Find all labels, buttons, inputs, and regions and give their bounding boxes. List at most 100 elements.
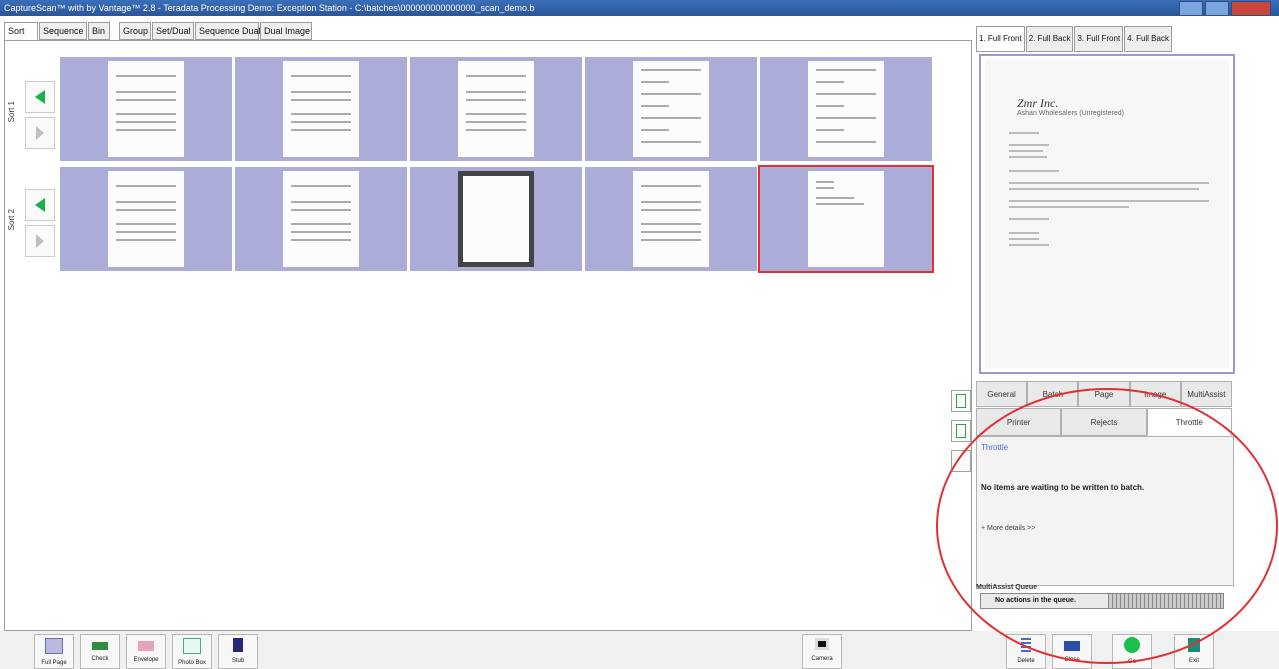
- document-thumbnail: [108, 171, 184, 267]
- panel-subtabs: Printer Rejects Throttle: [976, 408, 1232, 436]
- multiassist-queue-title: MultiAssist Queue: [976, 584, 1038, 591]
- tab-full-front-3[interactable]: 3. Full Front: [1074, 26, 1124, 52]
- thumbnail-item[interactable]: [760, 57, 932, 161]
- envelope-label: Envelope: [133, 657, 159, 663]
- document-thumbnail: [633, 171, 709, 267]
- thumbnail-item[interactable]: [585, 57, 757, 161]
- maximize-button[interactable]: [1205, 1, 1229, 16]
- tab-full-front-1[interactable]: 1. Full Front: [976, 26, 1025, 52]
- document-thumbnail: [283, 171, 359, 267]
- minimize-button[interactable]: [1179, 1, 1203, 16]
- preview-page: Zmr Inc. Ashan Wholesalers (Unregistered…: [985, 60, 1229, 368]
- view-tabs: Sort Sequence Bin Group Set/Dual Sequenc…: [4, 22, 313, 40]
- page-prev-icon[interactable]: [951, 420, 971, 442]
- go-label: Go: [1127, 659, 1136, 665]
- full-page-icon: [45, 638, 63, 654]
- exit-icon: [1188, 638, 1200, 652]
- memo-thumbnail: [808, 171, 884, 267]
- tab-throttle[interactable]: Throttle: [1146, 408, 1232, 436]
- tab-group[interactable]: Group: [119, 22, 151, 40]
- tab-dual-image[interactable]: Dual Image: [260, 22, 312, 40]
- tab-page[interactable]: Page: [1078, 381, 1130, 407]
- close-icon: [1064, 641, 1080, 651]
- tab-sort[interactable]: Sort: [4, 22, 38, 40]
- preview-heading: Zmr Inc.: [1017, 96, 1059, 110]
- form-thumbnail: [633, 61, 709, 157]
- stub-button[interactable]: Stub: [218, 634, 258, 669]
- check-label: Check: [91, 656, 109, 662]
- close-button[interactable]: [1231, 1, 1271, 16]
- tab-full-back-4[interactable]: 4. Full Back: [1124, 26, 1172, 52]
- framed-certificate-thumbnail: [458, 171, 534, 267]
- exit-label: Exit: [1188, 658, 1199, 664]
- thumbnail-item[interactable]: [410, 57, 582, 161]
- side-blank-button[interactable]: [951, 450, 971, 472]
- stub-icon: [233, 638, 243, 652]
- thumbnail-item-selected[interactable]: [758, 165, 934, 273]
- window-titlebar: CaptureScan™ with by Vantage™ 2.8 - Tera…: [0, 0, 1279, 16]
- sort-label: Sort 1: [7, 101, 16, 123]
- document-thumbnail: [108, 61, 184, 157]
- tab-batch[interactable]: Batch: [1027, 381, 1079, 407]
- thumbnail-item[interactable]: [235, 167, 407, 271]
- throttle-message: No items are waiting to be written to ba…: [981, 483, 1145, 492]
- delete-button[interactable]: Delete: [1006, 634, 1046, 669]
- tab-bin[interactable]: Bin: [88, 22, 110, 40]
- image-tabs: 1. Full Front 2. Full Back 3. Full Front…: [976, 26, 1173, 52]
- tab-image[interactable]: Image: [1129, 381, 1181, 407]
- check-button[interactable]: Check: [80, 634, 120, 669]
- document-thumbnail: [283, 61, 359, 157]
- next-arrow-icon[interactable]: [25, 117, 55, 149]
- envelope-button[interactable]: Envelope: [126, 634, 166, 669]
- multiassist-queue-status: No actions in the queue.: [980, 593, 1116, 609]
- tab-sequence-dual[interactable]: Sequence Dual: [195, 22, 261, 40]
- sort-label: Sort 2: [7, 209, 16, 231]
- check-icon: [92, 642, 108, 650]
- go-icon: [1124, 637, 1140, 653]
- photo-box-button[interactable]: Photo Box: [172, 634, 212, 669]
- thumbnail-item[interactable]: [235, 57, 407, 161]
- tab-multiassist[interactable]: MultiAssist: [1180, 381, 1233, 407]
- camera-label: Camera: [811, 656, 833, 662]
- window-controls: [1179, 1, 1271, 16]
- thumbnail-panel: Sort 1 Sort 2: [4, 40, 972, 631]
- tab-sequence[interactable]: Sequence: [39, 22, 87, 40]
- camera-button[interactable]: Camera: [802, 634, 842, 669]
- more-details-link[interactable]: + More details >>: [981, 525, 1035, 532]
- full-page-button[interactable]: Full Page: [34, 634, 74, 669]
- preview-subheading: Ashan Wholesalers (Unregistered): [1017, 110, 1124, 117]
- thumbnail-item[interactable]: [60, 57, 232, 161]
- tab-full-back-2[interactable]: 2. Full Back: [1025, 26, 1074, 52]
- panel-tabs: General Batch Page Image MultiAssist: [976, 381, 1233, 407]
- window-title: CaptureScan™ with by Vantage™ 2.8 - Tera…: [4, 3, 535, 13]
- prev-arrow-icon[interactable]: [25, 189, 55, 221]
- tab-general[interactable]: General: [976, 381, 1028, 407]
- close-batch-button[interactable]: Close: [1052, 634, 1092, 669]
- page-next-icon[interactable]: [951, 390, 971, 412]
- camera-icon: [815, 638, 829, 650]
- image-preview[interactable]: Zmr Inc. Ashan Wholesalers (Unregistered…: [979, 54, 1235, 374]
- exit-button[interactable]: Exit: [1174, 634, 1214, 669]
- photo-box-label: Photo Box: [178, 660, 206, 666]
- go-button[interactable]: Go: [1112, 634, 1152, 669]
- tab-printer[interactable]: Printer: [976, 408, 1062, 436]
- full-page-label: Full Page: [41, 660, 67, 666]
- envelope-icon: [138, 641, 154, 651]
- thumbnail-item[interactable]: [60, 167, 232, 271]
- photo-box-icon: [183, 638, 201, 654]
- delete-icon: [1021, 638, 1031, 652]
- next-arrow-icon[interactable]: [25, 225, 55, 257]
- throttle-title: Throttle: [981, 443, 1009, 452]
- thumbnail-item[interactable]: [410, 167, 582, 271]
- form-thumbnail: [808, 61, 884, 157]
- thumbnail-item[interactable]: [585, 167, 757, 271]
- throttle-panel: Throttle No items are waiting to be writ…: [976, 436, 1234, 586]
- prev-arrow-icon[interactable]: [25, 81, 55, 113]
- close-label: Close: [1064, 657, 1080, 663]
- stub-label: Stub: [231, 658, 245, 664]
- queue-progress-bar: [1108, 593, 1224, 609]
- delete-label: Delete: [1017, 658, 1035, 664]
- tab-set-dual[interactable]: Set/Dual: [152, 22, 194, 40]
- document-thumbnail: [458, 61, 534, 157]
- tab-rejects[interactable]: Rejects: [1061, 408, 1147, 436]
